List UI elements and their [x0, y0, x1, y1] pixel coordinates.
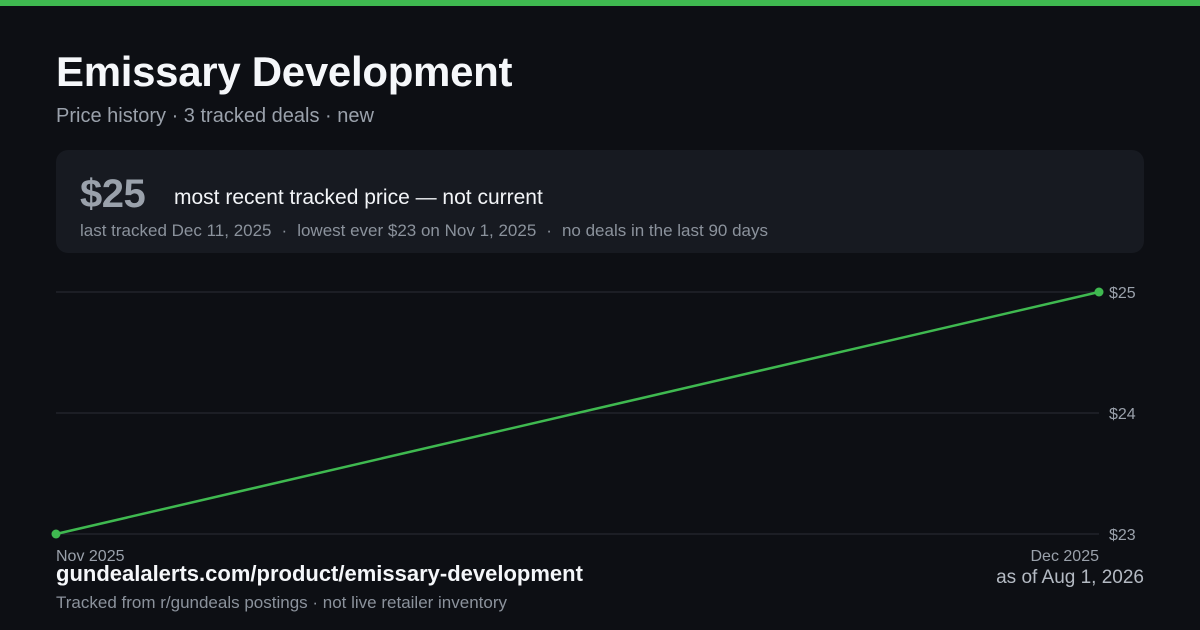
y-tick-label: $24	[1109, 406, 1136, 423]
page-subtitle: Price history · 3 tracked deals · new	[56, 105, 374, 127]
x-tick-label: Dec 2025	[1031, 548, 1100, 565]
y-tick-label: $23	[1109, 527, 1136, 544]
recent-deals-text: no deals in the last 90 days	[561, 221, 768, 240]
data-point	[1094, 287, 1104, 297]
data-point	[51, 529, 61, 539]
product-url[interactable]: gundealalerts.com/product/emissary-devel…	[56, 561, 583, 587]
lowest-price-text: lowest ever $23 on Nov 1, 2025	[297, 221, 537, 240]
page-title: Emissary Development	[56, 48, 513, 95]
chart-ticks: $23$24$25Nov 2025 Dec 2025	[56, 285, 1136, 565]
accent-bar	[0, 0, 1200, 6]
as-of-date: as of Aug 1, 2026	[996, 567, 1144, 588]
stats-separator: ·	[546, 221, 552, 240]
price-stats: last tracked Dec 11, 2025 · lowest ever $2…	[80, 221, 768, 241]
stats-separator: ·	[281, 221, 288, 240]
price-history-chart: $23$24$25Nov 2025 Dec 2025	[51, 285, 1136, 565]
price-summary-card: $25 most recent tracked price — not curr…	[56, 150, 1144, 253]
last-tracked-text: last tracked Dec 11, 2025	[80, 221, 272, 240]
y-tick-label: $25	[1109, 285, 1136, 302]
latest-price: $25	[80, 172, 146, 216]
price-note: most recent tracked price — not current	[174, 186, 543, 209]
source-note: Tracked from r/gundeals postings · not l…	[56, 593, 508, 612]
